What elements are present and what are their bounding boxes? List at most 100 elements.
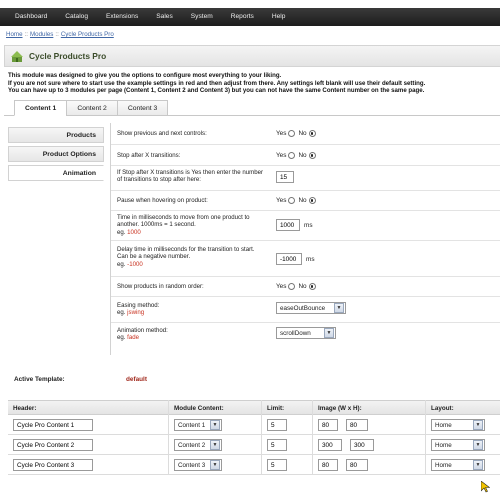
nav-system[interactable]: System bbox=[182, 8, 222, 26]
header-col-layout: Layout: bbox=[431, 405, 454, 412]
tab-content-3[interactable]: Content 3 bbox=[116, 100, 169, 116]
easing-control: easeOutBounce ▼ bbox=[276, 302, 346, 314]
row-2-content-selected: Content 2 bbox=[178, 441, 206, 449]
row-1-content-selected: Content 1 bbox=[178, 421, 206, 429]
time-move-example: eg. 1000 bbox=[117, 229, 267, 236]
row-3-height-input[interactable] bbox=[346, 459, 368, 471]
easing-label: Easing method: eg. jswing bbox=[117, 302, 267, 317]
breadcrumb-current[interactable]: Cycle Products Pro bbox=[61, 31, 114, 38]
random-row: Show products in random order: Yes No bbox=[111, 277, 500, 297]
easing-text: Easing method: bbox=[117, 302, 160, 309]
row-3-content-select[interactable]: Content 3 ▼ bbox=[174, 459, 222, 471]
chevron-down-icon: ▼ bbox=[324, 328, 334, 338]
row-3-header-input[interactable] bbox=[13, 459, 93, 471]
stop-count-row: If Stop after X transitions is Yes then … bbox=[111, 166, 500, 191]
header-col-limit: Limit: bbox=[267, 405, 285, 412]
module-icon bbox=[11, 50, 23, 62]
row-1-limit-input[interactable] bbox=[267, 419, 287, 431]
pause-hover-label: Pause when hovering on product: bbox=[117, 197, 208, 204]
row-3-content-selected: Content 3 bbox=[178, 461, 206, 469]
easing-select[interactable]: easeOutBounce ▼ bbox=[276, 302, 346, 314]
time-move-unit: ms bbox=[304, 221, 313, 229]
row-2-height-input[interactable] bbox=[350, 439, 374, 451]
animation-method-label: Animation method: eg. fade bbox=[117, 327, 267, 342]
row-2-content-select[interactable]: Content 2 ▼ bbox=[174, 439, 222, 451]
header-col-module-content: Module Content: bbox=[174, 405, 224, 412]
row-1-width-input[interactable] bbox=[318, 419, 338, 431]
no-label: No bbox=[298, 130, 307, 137]
yes-label: Yes bbox=[276, 130, 287, 137]
pause-hover-row: Pause when hovering on product: Yes No bbox=[111, 191, 500, 211]
example-prefix: eg. bbox=[117, 228, 128, 236]
sidemenu-item-products[interactable]: Products bbox=[8, 127, 104, 143]
chevron-down-icon: ▼ bbox=[210, 420, 220, 430]
prev-next-yes-radio[interactable] bbox=[288, 130, 296, 137]
random-yes-radio[interactable] bbox=[288, 283, 296, 290]
row-2-width-input[interactable] bbox=[318, 439, 342, 451]
sidemenu-item-product-options[interactable]: Product Options bbox=[8, 146, 104, 162]
breadcrumb-modules[interactable]: Modules bbox=[30, 31, 53, 38]
tab-content-1[interactable]: Content 1 bbox=[14, 100, 68, 116]
time-move-label: Time in milliseconds to move from one pr… bbox=[117, 214, 267, 236]
stop-after-yes-radio[interactable] bbox=[288, 152, 296, 159]
no-label: No bbox=[298, 152, 307, 159]
nav-dashboard[interactable]: Dashboard bbox=[6, 8, 56, 26]
row-3-layout-select[interactable]: Home ▼ bbox=[431, 459, 485, 471]
row-2-layout-select[interactable]: Home ▼ bbox=[431, 439, 485, 451]
pause-hover-yes-radio[interactable] bbox=[288, 197, 296, 204]
animation-method-selected: scrollDown bbox=[280, 329, 311, 337]
row-3-width-input[interactable] bbox=[318, 459, 338, 471]
animation-method-row: Animation method: eg. fade scrollDown ▼ bbox=[111, 323, 500, 353]
chevron-down-icon: ▼ bbox=[210, 440, 220, 450]
delay-example: eg. -1000 bbox=[117, 261, 267, 268]
row-2-header-input[interactable] bbox=[13, 439, 93, 451]
stop-after-label: Stop after X transitions: bbox=[117, 152, 181, 159]
breadcrumb-home[interactable]: Home bbox=[6, 31, 23, 38]
stop-count-input[interactable] bbox=[276, 171, 294, 183]
row-1-header-input[interactable] bbox=[13, 419, 93, 431]
random-no-radio[interactable] bbox=[308, 283, 316, 290]
active-template-label: Active Template: bbox=[14, 376, 65, 383]
tab-content-2[interactable]: Content 2 bbox=[66, 100, 118, 116]
table-row: Content 2 ▼ Home ▼ bbox=[8, 435, 500, 455]
top-navigation: Dashboard Catalog Extensions Sales Syste… bbox=[0, 8, 500, 26]
nav-sales[interactable]: Sales bbox=[147, 8, 182, 26]
row-1-layout-select[interactable]: Home ▼ bbox=[431, 419, 485, 431]
random-label: Show products in random order: bbox=[117, 283, 204, 290]
random-control: Yes No bbox=[276, 283, 319, 290]
nav-extensions[interactable]: Extensions bbox=[97, 8, 147, 26]
module-table: Header: Module Content: Limit: Image (W … bbox=[8, 400, 500, 475]
row-1-height-input[interactable] bbox=[346, 419, 368, 431]
prev-next-no-radio[interactable] bbox=[308, 130, 316, 137]
stop-after-no-radio[interactable] bbox=[308, 152, 316, 159]
row-3-layout-selected: Home bbox=[435, 461, 452, 469]
row-2-limit-input[interactable] bbox=[267, 439, 287, 451]
sidemenu-item-animation[interactable]: Animation bbox=[8, 165, 104, 181]
nav-reports[interactable]: Reports bbox=[222, 8, 263, 26]
time-move-example-value: 1000 bbox=[127, 228, 141, 236]
pause-hover-no-radio[interactable] bbox=[308, 197, 316, 204]
intro-line-2: If you are not sure where to start use t… bbox=[8, 79, 426, 87]
stop-count-label: If Stop after X transitions is Yes then … bbox=[117, 169, 263, 184]
content-tabs: Content 1 Content 2 Content 3 bbox=[14, 100, 169, 116]
row-2-layout-selected: Home bbox=[435, 441, 452, 449]
row-1-content-select[interactable]: Content 1 ▼ bbox=[174, 419, 222, 431]
pause-hover-control: Yes No bbox=[276, 197, 319, 204]
nav-catalog[interactable]: Catalog bbox=[56, 8, 97, 26]
row-3-limit-input[interactable] bbox=[267, 459, 287, 471]
easing-example: eg. jswing bbox=[117, 309, 267, 316]
breadcrumb-separator: :: bbox=[55, 31, 59, 38]
animation-method-select[interactable]: scrollDown ▼ bbox=[276, 327, 336, 339]
chevron-down-icon: ▼ bbox=[210, 460, 220, 470]
breadcrumb: Home:: Modules:: Cycle Products Pro bbox=[6, 31, 114, 38]
intro-line-3: You can have up to 3 modules per page (C… bbox=[8, 87, 425, 95]
delay-input[interactable] bbox=[276, 253, 302, 265]
nav-help[interactable]: Help bbox=[263, 8, 295, 26]
prev-next-control: Yes No bbox=[276, 130, 319, 137]
time-move-input[interactable] bbox=[276, 219, 300, 231]
mouse-cursor-icon bbox=[481, 481, 490, 493]
delay-control: ms bbox=[276, 253, 315, 265]
yes-label: Yes bbox=[276, 197, 287, 204]
chevron-down-icon: ▼ bbox=[334, 303, 344, 313]
table-header: Header: Module Content: Limit: Image (W … bbox=[8, 400, 500, 415]
